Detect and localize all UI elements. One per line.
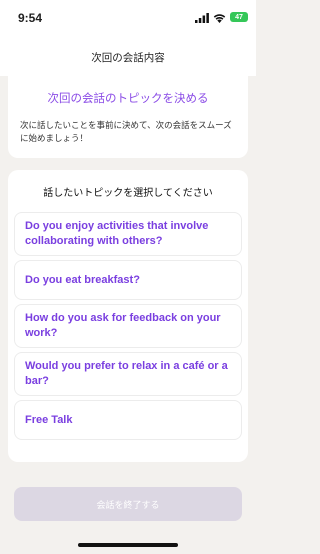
topic-option-cafe-or-bar[interactable]: Would you prefer to relax in a café or a… (14, 352, 242, 396)
topic-selection-card: 話したいトピックを選択してください Do you enjoy activitie… (8, 170, 248, 462)
topic-option-breakfast[interactable]: Do you eat breakfast? (14, 260, 242, 300)
topic-option-label: How do you ask for feedback on your work… (25, 312, 221, 339)
topic-option-label: Do you eat breakfast? (25, 273, 140, 286)
home-indicator (78, 543, 178, 547)
intro-description: 次に話したいことを事前に決めて、次の会話をスムーズに始めましょう！ (20, 121, 232, 144)
intro-title: 次回の会話のトピックを決める (47, 91, 209, 105)
status-time: 9:54 (18, 11, 43, 25)
page-title: 次回の会話内容 (91, 51, 165, 64)
battery-icon: 47 (230, 12, 248, 22)
topic-selection-heading: 話したいトピックを選択してください (43, 188, 213, 199)
topic-option-label: Do you enjoy activities that involve col… (25, 220, 209, 247)
intro-card: 次回の会話のトピックを決める 次に話したいことを事前に決めて、次の会話をスムーズ… (8, 76, 248, 158)
topic-option-feedback[interactable]: How do you ask for feedback on your work… (14, 304, 242, 348)
signal-icon (195, 8, 209, 27)
wifi-icon (213, 8, 226, 27)
end-conversation-button[interactable]: 会話を終了する (14, 487, 242, 521)
topic-option-label: Would you prefer to relax in a café or a… (25, 360, 228, 387)
topic-option-label: Free Talk (25, 413, 73, 426)
status-icons: 47 (195, 11, 248, 23)
topic-option-free-talk[interactable]: Free Talk (14, 400, 242, 440)
topic-option-collaborating[interactable]: Do you enjoy activities that involve col… (14, 212, 242, 256)
page-header: 次回の会話内容 (0, 38, 256, 76)
status-bar: 9:54 47 (0, 0, 256, 38)
